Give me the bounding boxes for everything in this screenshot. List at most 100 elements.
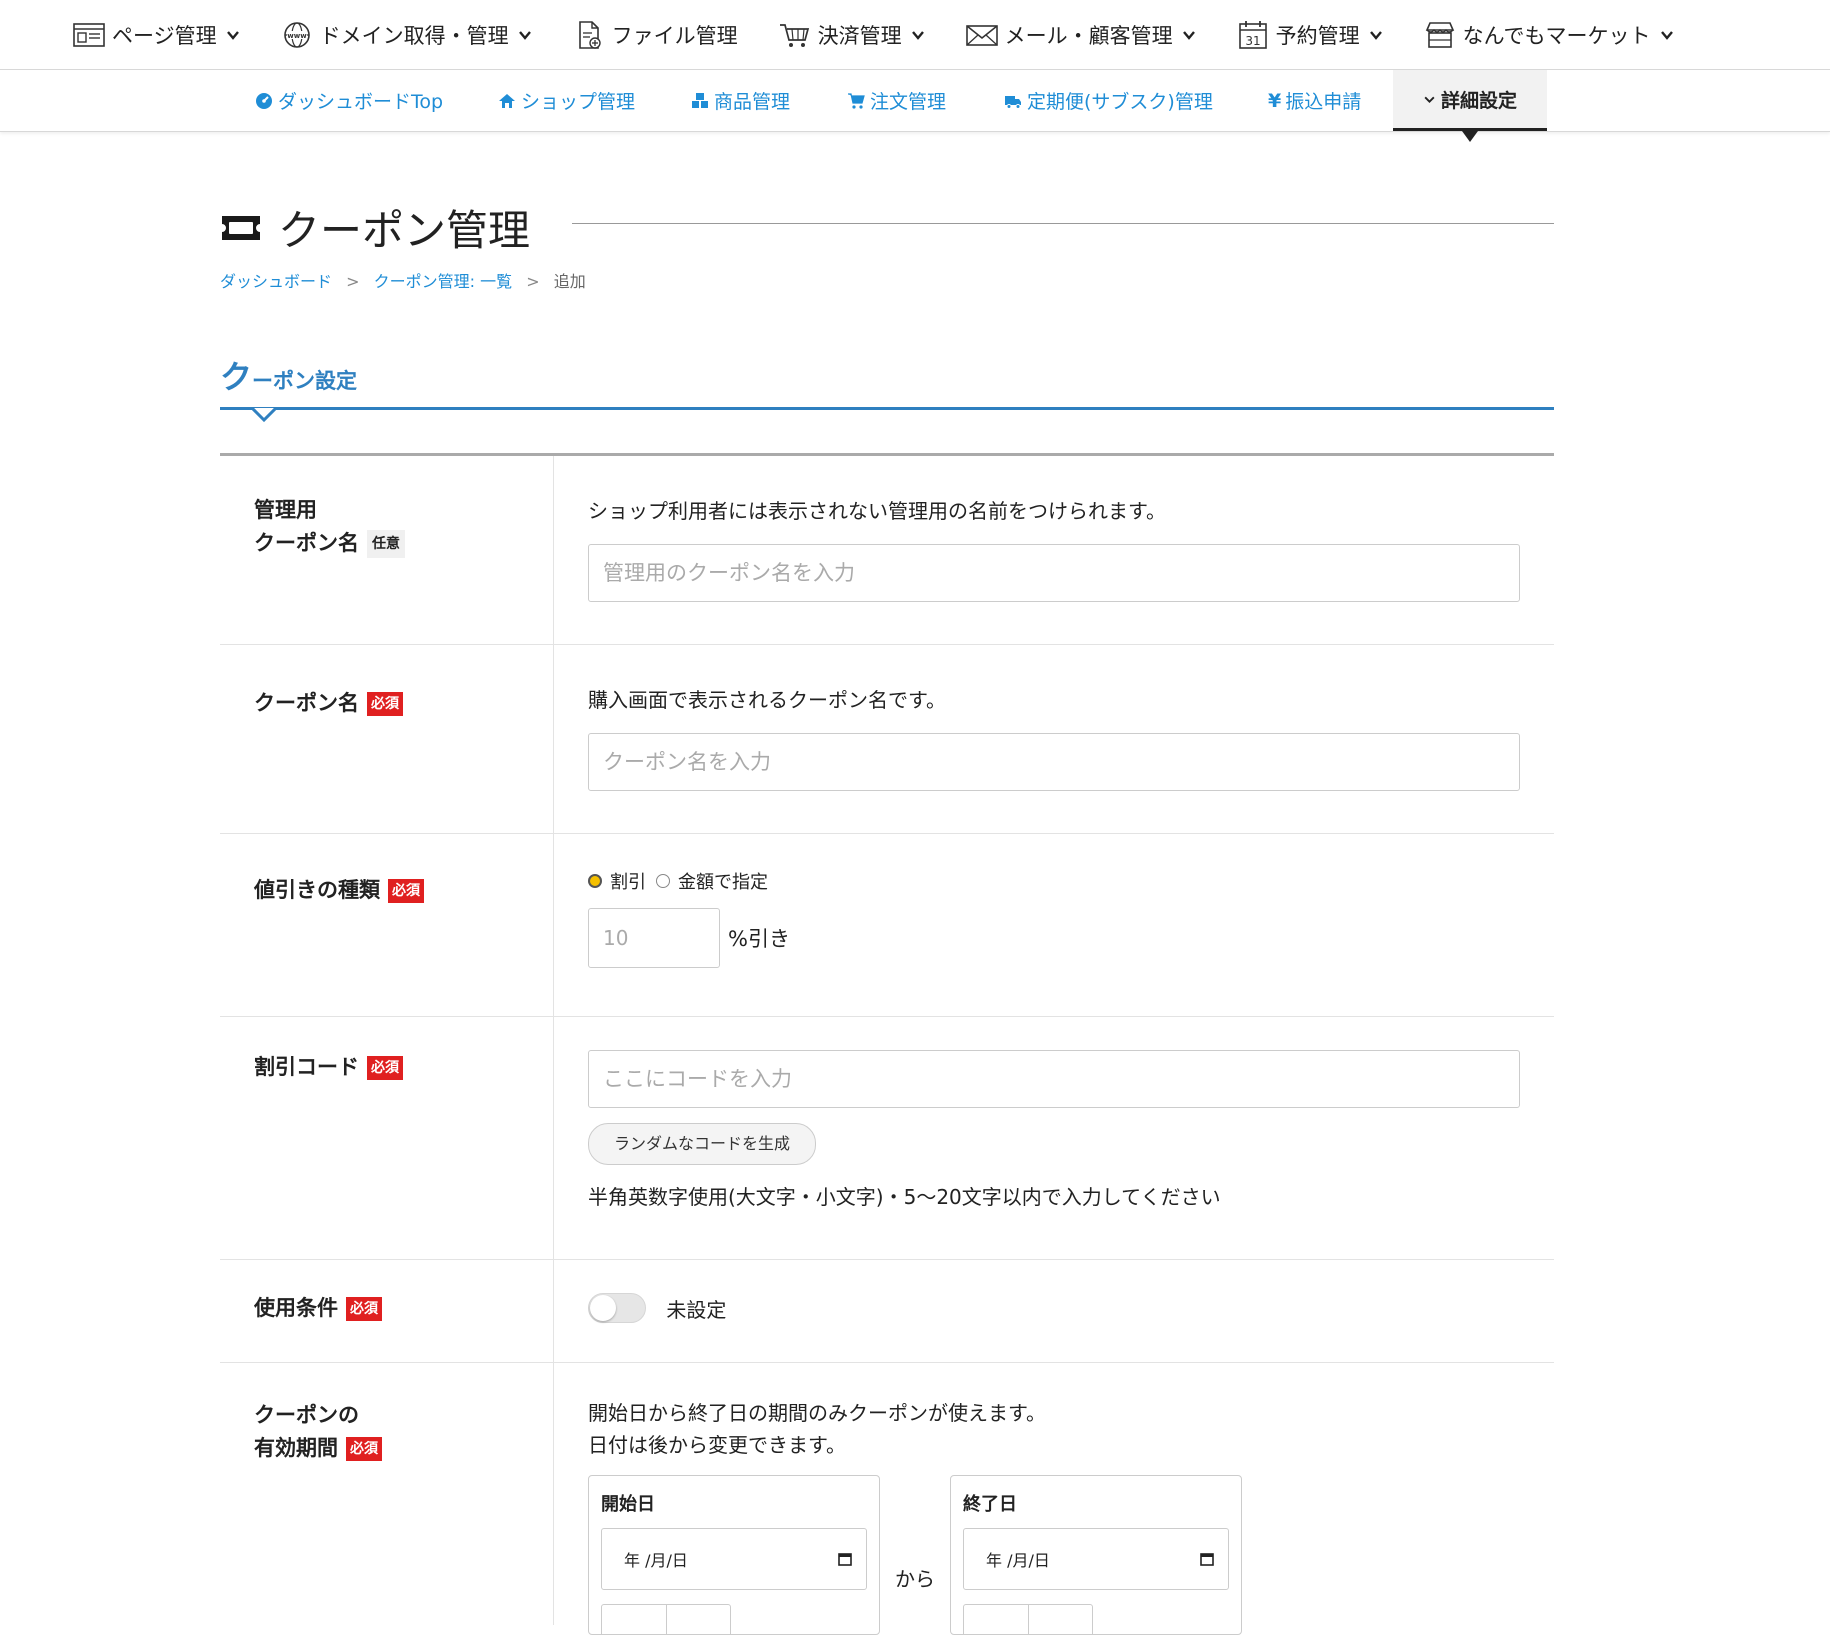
row-coupon-name: クーポン名 必須 購入画面で表示されるクーポン名です。 [220, 645, 1554, 834]
conditions-toggle-text: 未設定 [666, 1297, 727, 1322]
chevron-down-icon [1369, 30, 1382, 40]
sub-nav-orders-label: 注文管理 [870, 91, 947, 113]
yen-icon: ¥ [1268, 89, 1282, 112]
coupon-name-label: クーポン名 必須 [220, 645, 554, 833]
required-badge: 必須 [367, 692, 403, 716]
sub-nav-transfer[interactable]: ¥ 振込申請 [1268, 70, 1361, 131]
conditions-label: 使用条件 必須 [220, 1260, 554, 1362]
top-nav-mail[interactable]: メール・顧客管理 [965, 20, 1196, 50]
top-nav: ページ管理 www ドメイン取得・管理 ファイル管理 決済管理 メール・顧客管理… [0, 0, 1830, 70]
breadcrumb-current: 追加 [553, 272, 586, 291]
top-nav-reservation[interactable]: 31 予約管理 [1236, 20, 1383, 50]
breadcrumb-separator: > [526, 272, 540, 291]
discount-code-content: ランダムなコードを生成 半角英数字使用(大文字・小文字)・5〜20文字以内で入力… [554, 1017, 1554, 1259]
page-icon [73, 22, 105, 47]
top-nav-domain[interactable]: www ドメイン取得・管理 [280, 20, 532, 50]
top-nav-file[interactable]: ファイル管理 [572, 20, 738, 50]
calendar-day-number: 31 [1245, 34, 1260, 48]
period-label-line1: クーポンの [254, 1403, 359, 1427]
admin-name-input[interactable] [588, 544, 1520, 602]
start-time-input[interactable] [601, 1604, 731, 1634]
sub-nav-advanced-settings-label: 詳細設定 [1441, 89, 1518, 112]
sub-nav-dashboard-label: ダッシュボードTop [278, 91, 444, 113]
row-period: クーポンの 有効期間 必須 開始日から終了日の期間のみクーポンが使えます。 日付は… [220, 1363, 1554, 1635]
end-date-box: 終了日 年 /月/日 [950, 1475, 1242, 1635]
radio-percent[interactable] [588, 874, 602, 888]
period-label: クーポンの 有効期間 必須 [220, 1363, 554, 1625]
sub-nav-orders[interactable]: 注文管理 [847, 70, 946, 131]
discount-code-note: 半角英数字使用(大文字・小文字)・5〜20文字以内で入力してください [588, 1185, 1221, 1209]
radio-percent-label[interactable]: 割引 [610, 868, 646, 894]
period-between: から [895, 1567, 935, 1591]
coupon-form: 管理用 クーポン名 任意 ショップ利用者には表示されない管理用の名前をつけられます… [220, 456, 1554, 1635]
period-label-line2: 有効期間 [254, 1436, 338, 1460]
sub-nav-subscription[interactable]: 定期便(サブスク)管理 [1004, 70, 1213, 131]
sub-nav-products[interactable]: 商品管理 [691, 70, 790, 131]
section-title-rest: ーポン設定 [252, 369, 358, 393]
globe-www-icon: www [283, 21, 310, 48]
breadcrumb-dashboard[interactable]: ダッシュボード [220, 272, 332, 291]
dashboard-icon [256, 92, 272, 109]
calendar-icon: 31 [1238, 20, 1267, 49]
top-nav-payment[interactable]: 決済管理 [778, 20, 925, 50]
page-title: クーポン管理 [278, 206, 531, 255]
top-nav-page[interactable]: ページ管理 [72, 20, 240, 50]
section-title-initial: ク [220, 358, 253, 396]
chevron-down-icon [1660, 30, 1673, 40]
admin-name-label-line2: クーポン名 [254, 531, 359, 555]
page-header: クーポン管理 [220, 197, 530, 258]
top-nav-market[interactable]: なんでもマーケット [1423, 20, 1674, 50]
conditions-toggle[interactable] [588, 1293, 646, 1323]
section-title: クーポン設定 [220, 352, 357, 398]
top-nav-file-label: ファイル管理 [611, 23, 738, 48]
admin-name-content: ショップ利用者には表示されない管理用の名前をつけられます。 [554, 456, 1554, 644]
end-time-input[interactable] [963, 1604, 1093, 1634]
calendar-picker-icon[interactable] [838, 1552, 852, 1566]
optional-badge: 任意 [367, 530, 405, 558]
discount-unit: %引き [728, 927, 790, 951]
calendar-picker-icon[interactable] [1200, 1552, 1214, 1566]
end-date-input[interactable]: 年 /月/日 [963, 1528, 1229, 1590]
end-date-placeholder: 年 /月/日 [986, 1551, 1050, 1570]
required-badge: 必須 [346, 1297, 382, 1321]
required-badge: 必須 [346, 1437, 382, 1461]
cart-icon [848, 92, 865, 109]
end-date-label: 終了日 [963, 1494, 1017, 1515]
sub-nav-shop-label: ショップ管理 [521, 91, 636, 113]
cubes-icon [692, 92, 708, 108]
sub-nav: ダッシュボードTop ショップ管理 商品管理 注文管理 定期便(サブスク)管理 … [0, 70, 1830, 142]
chevron-down-icon [226, 30, 239, 40]
sub-nav-dashboard[interactable]: ダッシュボードTop [255, 70, 443, 131]
row-admin-name: 管理用 クーポン名 任意 ショップ利用者には表示されない管理用の名前をつけられます… [220, 456, 1554, 645]
radio-amount-label[interactable]: 金額で指定 [678, 868, 768, 894]
row-discount-code: 割引コード必須 ランダムなコードを生成 半角英数字使用(大文字・小文字)・5〜2… [220, 1017, 1554, 1260]
breadcrumb-coupon-list[interactable]: クーポン管理: 一覧 [374, 272, 512, 291]
coupon-name-help: 購入画面で表示されるクーポン名です。 [588, 688, 946, 712]
top-nav-page-label: ページ管理 [112, 23, 217, 48]
start-date-label: 開始日 [601, 1494, 655, 1515]
chevron-down-icon [1424, 96, 1435, 103]
start-date-input[interactable]: 年 /月/日 [601, 1528, 867, 1590]
discount-code-input[interactable] [588, 1050, 1520, 1108]
generate-random-code-button[interactable]: ランダムなコードを生成 [588, 1123, 817, 1165]
conditions-content: 未設定 [554, 1260, 1554, 1362]
conditions-label-text: 使用条件 [254, 1296, 338, 1320]
radio-amount[interactable] [656, 874, 670, 888]
discount-value-input[interactable] [588, 908, 720, 968]
file-icon [578, 20, 601, 49]
store-icon [1425, 21, 1454, 48]
top-nav-reservation-label: 予約管理 [1275, 23, 1360, 48]
sub-nav-shop[interactable]: ショップ管理 [498, 70, 635, 131]
top-nav-mail-label: メール・顧客管理 [1004, 23, 1173, 48]
row-conditions: 使用条件 必須 未設定 [220, 1260, 1554, 1363]
sub-nav-advanced-settings[interactable]: 詳細設定 [1393, 70, 1548, 142]
coupon-name-input[interactable] [588, 733, 1520, 791]
chevron-down-icon [911, 30, 924, 40]
top-nav-market-label: なんでもマーケット [1462, 23, 1651, 48]
svg-text:www: www [287, 32, 307, 40]
discount-type-label: 値引きの種類 必須 [220, 834, 554, 1016]
discount-type-radio-group: 割引 金額で指定 [588, 868, 1554, 894]
toggle-knob [590, 1295, 616, 1321]
period-help-line2: 日付は後から変更できます。 [588, 1433, 846, 1457]
start-date-box: 開始日 年 /月/日 [588, 1475, 880, 1635]
